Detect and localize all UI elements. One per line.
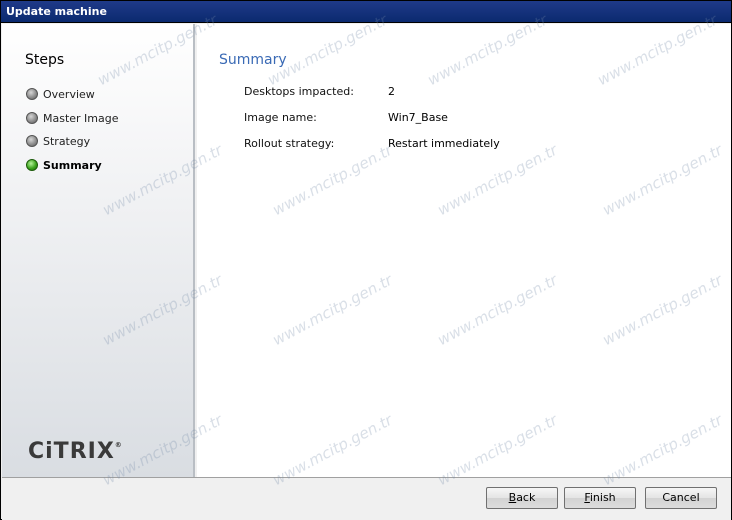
- row-label: Rollout strategy:: [244, 137, 335, 150]
- step-status-dot-icon: [26, 112, 38, 124]
- finish-button[interactable]: Finish: [564, 487, 636, 509]
- row-value: Restart immediately: [388, 137, 500, 150]
- row-value: Win7_Base: [388, 111, 448, 124]
- step-label: Master Image: [43, 111, 119, 125]
- step-strategy: Strategy: [26, 133, 90, 149]
- step-status-dot-icon: [26, 135, 38, 147]
- update-machine-dialog: Update machine Steps Overview Master Ima…: [0, 0, 732, 520]
- steps-sidebar: Steps Overview Master Image Strategy Sum…: [2, 24, 195, 477]
- page-title: Summary: [219, 52, 287, 68]
- step-label: Strategy: [43, 134, 91, 148]
- logo-text: CiTRIX: [28, 439, 115, 464]
- window-title: Update machine: [6, 5, 107, 18]
- steps-heading: Steps: [25, 52, 65, 68]
- row-value: 2: [388, 85, 395, 98]
- title-bar: Update machine: [1, 1, 731, 23]
- step-label: Summary: [43, 158, 102, 172]
- row-label: Image name:: [244, 111, 317, 124]
- step-summary: Summary: [26, 157, 102, 173]
- cancel-button[interactable]: Cancel: [645, 487, 717, 509]
- summary-panel: Summary Desktops impacted: 2 Image name:…: [197, 24, 731, 477]
- citrix-logo: CiTRIX®: [28, 439, 123, 464]
- step-active-dot-icon: [26, 159, 38, 171]
- back-button[interactable]: Back: [486, 487, 558, 509]
- button-bar: Back Finish Cancel: [2, 477, 731, 520]
- registered-mark: ®: [114, 441, 123, 449]
- step-master-image: Master Image: [26, 110, 119, 126]
- row-label: Desktops impacted:: [244, 85, 354, 98]
- step-status-dot-icon: [26, 88, 38, 100]
- step-label: Overview: [43, 87, 95, 101]
- step-overview: Overview: [26, 86, 95, 102]
